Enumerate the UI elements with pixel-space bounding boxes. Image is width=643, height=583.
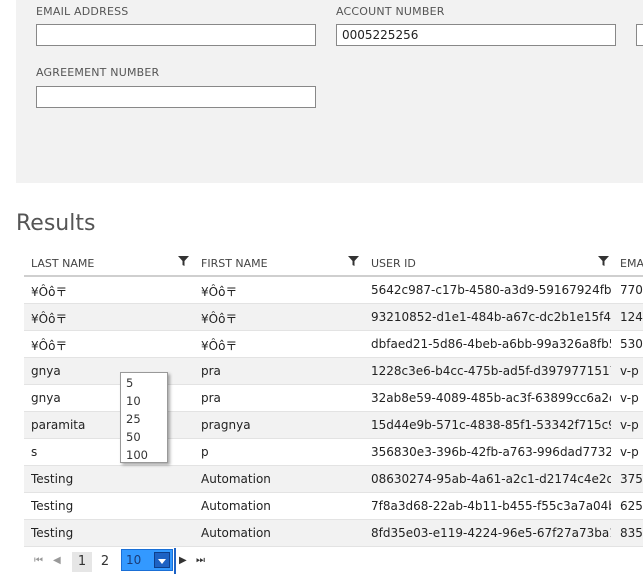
table-row[interactable]: gnya pra 32ab8e59-4089-485b-ac3f-63899cc… xyxy=(24,385,643,412)
results-title: Results xyxy=(16,211,96,236)
email-cell: v-p xyxy=(620,418,639,432)
page-size-dropdown: 5 10 25 50 100 xyxy=(120,372,168,463)
first-name-cell: pragnya xyxy=(201,418,251,432)
table-row[interactable]: Testing Automation 8fd35e03-e119-4224-96… xyxy=(24,520,643,547)
last-page-icon[interactable]: ⏭ xyxy=(196,555,205,566)
first-name-cell: Automation xyxy=(201,499,271,513)
user-id-cell: 5642c987-c17b-4580-a3d9-59167924fb14 xyxy=(371,283,611,297)
column-header-first-name[interactable]: FIRST NAME xyxy=(201,257,268,270)
column-header-email[interactable]: EMA xyxy=(620,257,643,270)
first-name-cell: p xyxy=(201,445,209,459)
table-row[interactable]: Testing Automation 08630274-95ab-4a61-a2… xyxy=(24,466,643,493)
page-size-value: 10 xyxy=(126,553,142,567)
table-row[interactable]: ¥Ôô〒 ¥Ôô〒 dbfaed21-5d86-4beb-a6bb-99a326… xyxy=(24,331,643,358)
last-name-cell: ¥Ôô〒 xyxy=(31,339,68,353)
email-cell: 625 xyxy=(620,499,643,513)
email-cell: 770 xyxy=(620,283,643,297)
first-name-cell: Automation xyxy=(201,526,271,540)
user-id-cell: 93210852-d1e1-484b-a67c-dc2b1e15f497 xyxy=(371,310,611,324)
email-address-input[interactable] xyxy=(36,24,316,46)
first-name-cell: ¥Ôô〒 xyxy=(201,285,238,299)
filter-icon[interactable] xyxy=(178,255,189,267)
filter-icon[interactable] xyxy=(348,255,359,267)
last-name-cell: Testing xyxy=(31,472,74,486)
user-id-cell: 356830e3-396b-42fb-a763-996dad773262 xyxy=(371,445,611,459)
next-page-icon[interactable]: ▶ xyxy=(179,555,187,566)
filter-icon[interactable] xyxy=(598,255,609,267)
email-cell: v-p xyxy=(620,391,639,405)
page-size-select[interactable]: 10 xyxy=(121,549,173,571)
user-id-cell: 8fd35e03-e119-4224-96e5-67f27a73ba15 xyxy=(371,526,611,540)
last-name-cell: Testing xyxy=(31,526,74,540)
email-cell: v-p xyxy=(620,445,639,459)
user-id-cell: 32ab8e59-4089-485b-ac3f-63899cc6a2db xyxy=(371,391,611,405)
first-name-cell: Automation xyxy=(201,472,271,486)
page-size-option[interactable]: 25 xyxy=(126,412,141,426)
table-row[interactable]: gnya pra 1228c3e6-b4cc-475b-ad5f-d397977… xyxy=(24,358,643,385)
chevron-down-icon[interactable] xyxy=(154,552,170,568)
page-1-button[interactable]: 1 xyxy=(72,552,92,572)
email-cell: 835 xyxy=(620,526,643,540)
first-page-icon[interactable]: ⏮ xyxy=(34,555,43,566)
agreement-number-label: AGREEMENT NUMBER xyxy=(36,66,160,79)
table-row[interactable]: paramita pragnya 15d44e9b-571c-4838-85f1… xyxy=(24,412,643,439)
account-number-label: ACCOUNT NUMBER xyxy=(336,5,445,18)
account-number-input[interactable] xyxy=(336,24,616,46)
user-id-cell: dbfaed21-5d86-4beb-a6bb-99a326a8fb5e xyxy=(371,337,611,351)
user-id-cell: 1228c3e6-b4cc-475b-ad5f-d39797715174 xyxy=(371,364,611,378)
first-name-cell: pra xyxy=(201,391,221,405)
table-row[interactable]: ¥Ôô〒 ¥Ôô〒 5642c987-c17b-4580-a3d9-591679… xyxy=(24,277,643,304)
grid-header: LAST NAME FIRST NAME USER ID EMA xyxy=(24,250,643,277)
page-size-option[interactable]: 10 xyxy=(126,394,141,408)
table-row[interactable]: s p 356830e3-396b-42fb-a763-996dad773262… xyxy=(24,439,643,466)
user-id-cell: 15d44e9b-571c-4838-85f1-53342f715c90 xyxy=(371,418,611,432)
text-cursor xyxy=(174,548,176,574)
table-row[interactable]: ¥Ôô〒 ¥Ôô〒 93210852-d1e1-484b-a67c-dc2b1e… xyxy=(24,304,643,331)
page-2-button[interactable]: 2 xyxy=(95,552,115,572)
first-name-cell: ¥Ôô〒 xyxy=(201,339,238,353)
email-cell: 375 xyxy=(620,472,643,486)
third-field-input[interactable] xyxy=(636,24,643,46)
email-cell: 530 xyxy=(620,337,643,351)
column-header-user-id[interactable]: USER ID xyxy=(371,257,416,270)
last-name-cell: ¥Ôô〒 xyxy=(31,285,68,299)
last-name-cell: ¥Ôô〒 xyxy=(31,312,68,326)
last-name-cell: Testing xyxy=(31,499,74,513)
first-name-cell: ¥Ôô〒 xyxy=(201,312,238,326)
column-header-last-name[interactable]: LAST NAME xyxy=(31,257,94,270)
user-id-cell: 08630274-95ab-4a61-a2c1-d2174c4e2dca xyxy=(371,472,611,486)
pager: ⏮ ◀ 1 2 10 ▶ ⏭ xyxy=(24,548,324,576)
email-cell: 124 xyxy=(620,310,643,324)
page-size-option[interactable]: 50 xyxy=(126,430,141,444)
email-cell: v-p xyxy=(620,364,639,378)
page-size-option[interactable]: 5 xyxy=(126,376,133,390)
agreement-number-input[interactable] xyxy=(36,86,316,108)
page-size-option[interactable]: 100 xyxy=(126,448,148,462)
first-name-cell: pra xyxy=(201,364,221,378)
user-id-cell: 7f8a3d68-22ab-4b11-b455-f55c3a7a04b8 xyxy=(371,499,611,513)
results-grid: LAST NAME FIRST NAME USER ID EMA ¥Ôô〒 ¥Ô… xyxy=(24,250,643,547)
previous-page-icon[interactable]: ◀ xyxy=(53,555,61,566)
email-address-label: EMAIL ADDRESS xyxy=(36,5,129,18)
table-row[interactable]: Testing Automation 7f8a3d68-22ab-4b11-b4… xyxy=(24,493,643,520)
